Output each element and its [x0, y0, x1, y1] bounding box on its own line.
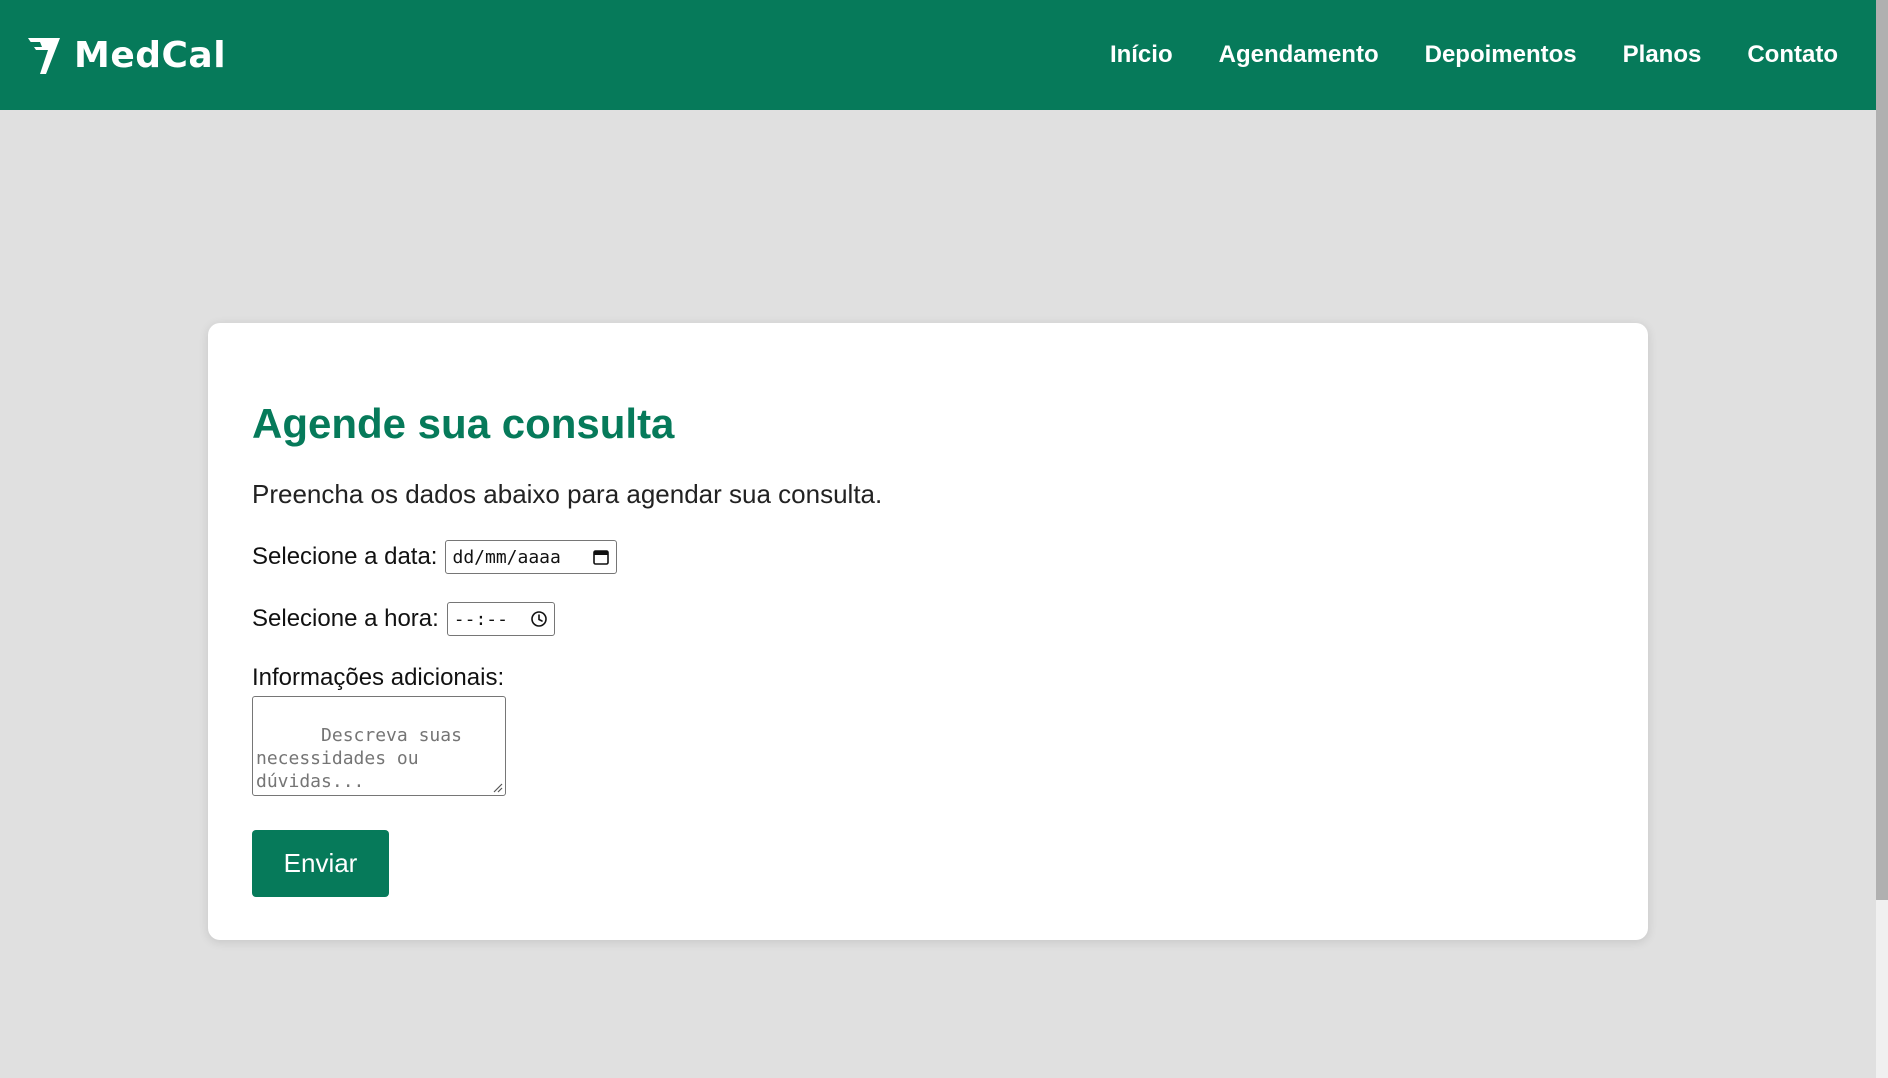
info-label: Informações adicionais: — [252, 664, 505, 692]
brand-logo[interactable]: MedCal — [18, 34, 226, 76]
info-placeholder: Descreva suas necessidades ou dúvidas... — [256, 725, 462, 793]
page-viewport: MedCal Início Agendamento Depoimentos Pl… — [0, 0, 1876, 1078]
info-textarea[interactable]: Descreva suas necessidades ou dúvidas... — [252, 696, 506, 797]
nav-item-agendamento[interactable]: Agendamento — [1219, 41, 1379, 69]
nav-item-depoimentos[interactable]: Depoimentos — [1425, 41, 1577, 69]
time-row: Selecione a hora: --:-- — [252, 602, 1604, 637]
date-input-value: dd/mm/aaaa — [452, 546, 561, 568]
site-header: MedCal Início Agendamento Depoimentos Pl… — [0, 0, 1876, 110]
appointment-card: Agende sua consulta Preencha os dados ab… — [208, 323, 1648, 940]
clock-icon[interactable] — [530, 610, 548, 628]
vertical-scrollbar[interactable] — [1876, 0, 1888, 1078]
medcal-logo-icon — [18, 34, 62, 76]
date-label: Selecione a data: — [252, 543, 438, 571]
nav-item-contato[interactable]: Contato — [1747, 41, 1838, 69]
date-row: Selecione a data: dd/mm/aaaa — [252, 540, 1604, 575]
resize-handle-icon[interactable] — [491, 781, 503, 793]
time-input[interactable]: --:-- — [446, 602, 555, 637]
page-title: Agende sua consulta — [252, 400, 675, 447]
time-label: Selecione a hora: — [252, 605, 439, 633]
nav-item-planos[interactable]: Planos — [1623, 41, 1702, 69]
time-input-value: --:-- — [453, 608, 508, 630]
form-subtitle: Preencha os dados abaixo para agendar su… — [252, 479, 883, 510]
date-input[interactable]: dd/mm/aaaa — [445, 540, 618, 575]
submit-button[interactable]: Enviar — [252, 830, 389, 898]
nav-item-inicio[interactable]: Início — [1110, 41, 1173, 69]
main-nav: Início Agendamento Depoimentos Planos Co… — [1110, 41, 1858, 69]
calendar-icon[interactable] — [592, 548, 610, 566]
scrollbar-thumb[interactable] — [1876, 0, 1888, 900]
brand-name: MedCal — [74, 34, 227, 76]
